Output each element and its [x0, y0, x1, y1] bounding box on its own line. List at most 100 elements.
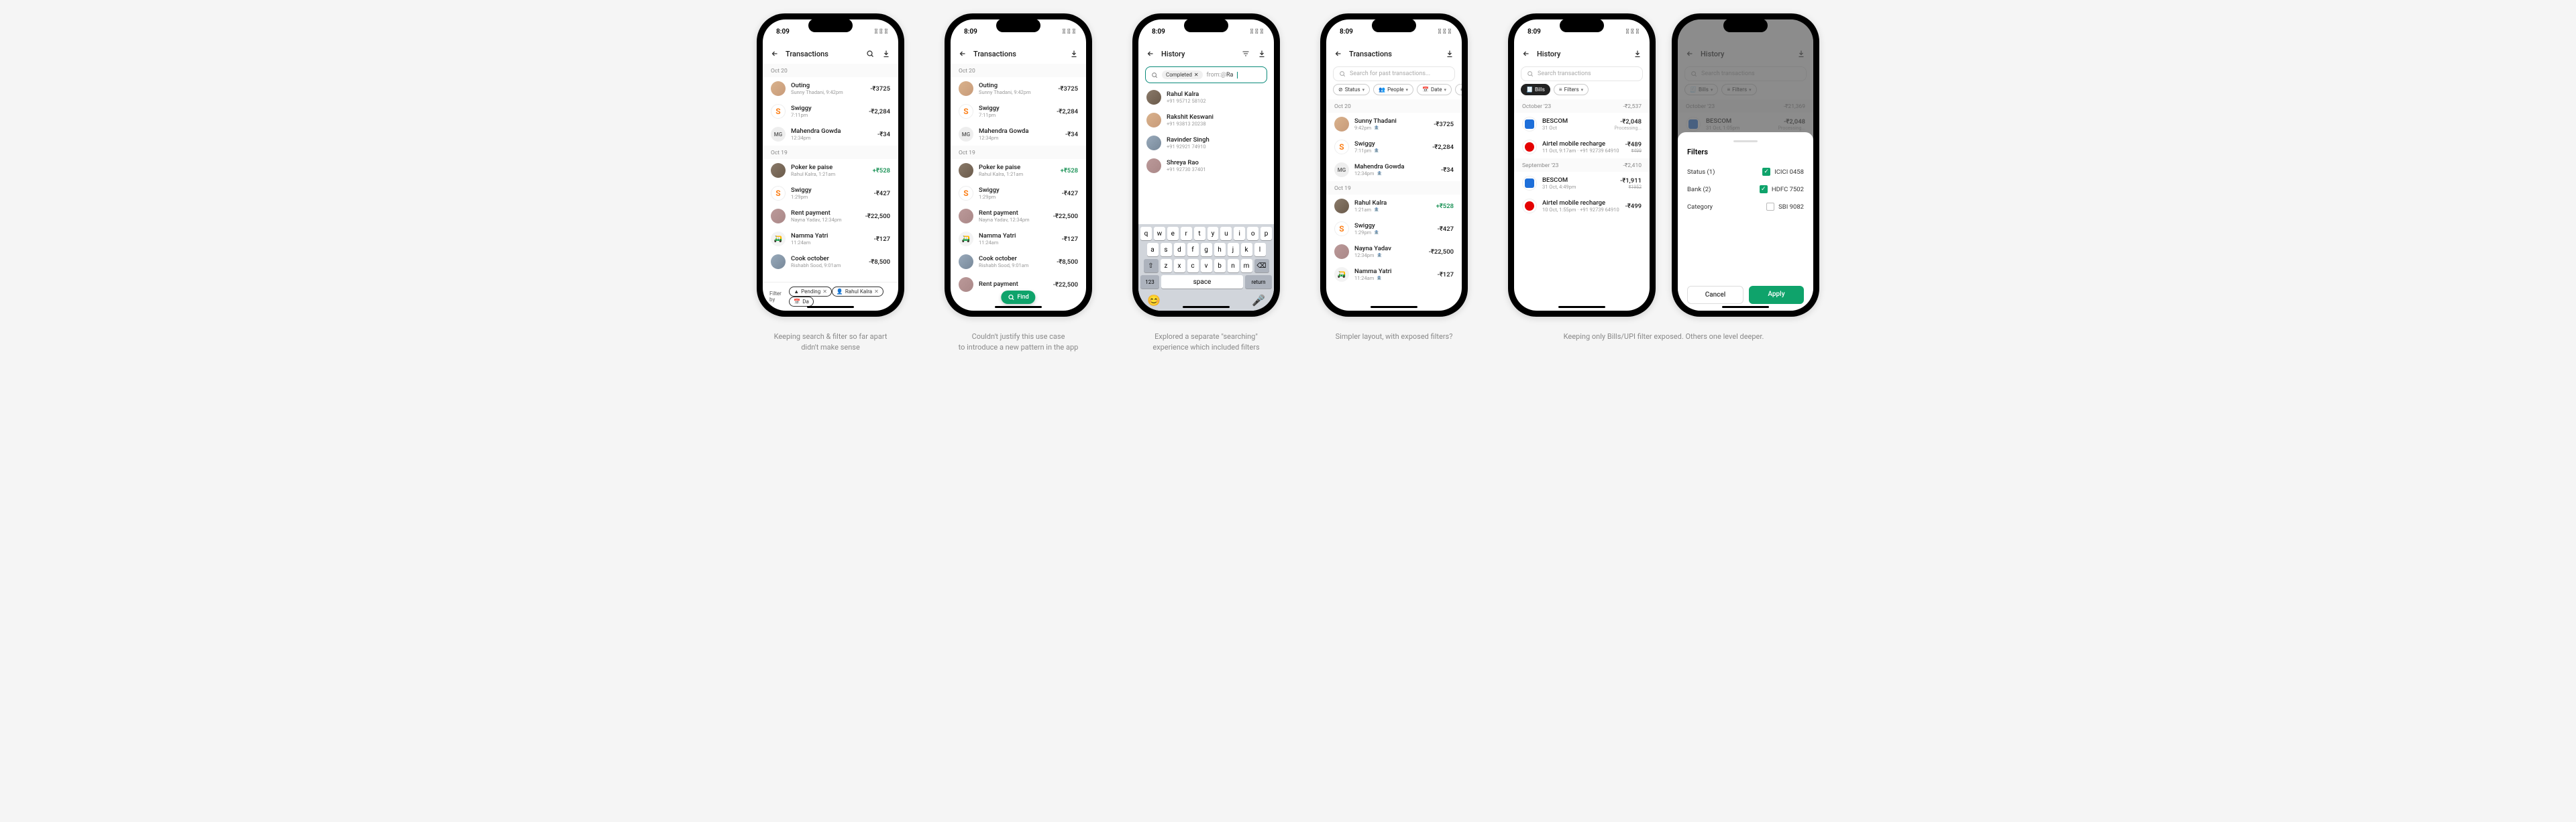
home-indicator[interactable]	[1558, 306, 1605, 308]
key-a[interactable]: a	[1147, 243, 1159, 256]
txn-row[interactable]: SSwiggy1:29pm-₹427	[951, 182, 1086, 205]
txn-row[interactable]: OutingSunny Thadani, 9:42pm-₹3725	[951, 77, 1086, 100]
txn-row[interactable]: Airtel mobile recharge10 Oct, 1:55pm · +…	[1514, 195, 1650, 217]
download-icon[interactable]	[1444, 50, 1455, 58]
home-indicator[interactable]	[1371, 306, 1417, 308]
back-icon[interactable]	[769, 50, 780, 58]
search-icon[interactable]	[865, 50, 875, 58]
key-j[interactable]: j	[1228, 243, 1239, 256]
key-g[interactable]: g	[1201, 243, 1212, 256]
backspace-key[interactable]: ⌫	[1254, 259, 1269, 272]
txn-row[interactable]: MGMahendra Gowda12:34pm-₹34	[763, 123, 898, 146]
txn-row[interactable]: Poker ke paiseRahul Kalra, 1:21am+₹528	[763, 159, 898, 182]
shift-key[interactable]: ⇧	[1144, 259, 1159, 272]
txn-row[interactable]: 🛺Namma Yatri11:24am-₹127	[763, 227, 898, 250]
back-icon[interactable]	[1145, 50, 1156, 58]
key-w[interactable]: w	[1154, 227, 1165, 240]
home-indicator[interactable]	[807, 306, 854, 308]
txn-list[interactable]: Oct 20OutingSunny Thadani, 9:42pm-₹3725S…	[763, 64, 898, 282]
key-h[interactable]: h	[1214, 243, 1226, 256]
filter-chip[interactable]: 👥People▾	[1373, 84, 1413, 95]
download-icon[interactable]	[1069, 50, 1079, 58]
key-i[interactable]: i	[1234, 227, 1245, 240]
filter-chip[interactable]: 📅Da	[789, 297, 814, 307]
ios-keyboard[interactable]: qwertyuiop asdfghjkl ⇧ zxcvbnm ⌫ 123 spa…	[1138, 224, 1274, 311]
emoji-key[interactable]: 😊	[1147, 294, 1161, 307]
mic-key[interactable]: 🎤	[1252, 294, 1265, 307]
key-l[interactable]: l	[1254, 243, 1266, 256]
txn-list[interactable]: October '23-₹2,537BESCOM31 Oct-₹2,048Pro…	[1514, 99, 1650, 311]
key-q[interactable]: q	[1140, 227, 1152, 240]
txn-list[interactable]: Oct 20Sunny Thadani9:42pm🏦-₹3725SSwiggy7…	[1326, 99, 1462, 311]
filter-chip[interactable]: ≡Filters▾	[1554, 84, 1589, 95]
key-p[interactable]: p	[1260, 227, 1272, 240]
txn-row[interactable]: Sunny Thadani9:42pm🏦-₹3725	[1326, 113, 1462, 136]
suggestion-row[interactable]: Shreya Rao+91 92730 37401	[1138, 154, 1274, 177]
download-icon[interactable]	[1632, 50, 1643, 58]
return-key[interactable]: return	[1245, 275, 1272, 289]
key-y[interactable]: y	[1208, 227, 1219, 240]
txn-row[interactable]: SSwiggy7:11pm🏦-₹2,284	[1326, 136, 1462, 158]
key-s[interactable]: s	[1161, 243, 1172, 256]
txn-list[interactable]: Oct 20OutingSunny Thadani, 9:42pm-₹3725S…	[951, 64, 1086, 311]
find-fab[interactable]: Find	[1001, 291, 1035, 304]
key-f[interactable]: f	[1187, 243, 1199, 256]
search-box[interactable]: Search for past transactions...	[1333, 66, 1455, 81]
key-o[interactable]: o	[1247, 227, 1258, 240]
home-indicator[interactable]	[1183, 306, 1230, 308]
apply-button[interactable]: Apply	[1749, 286, 1804, 304]
txn-row[interactable]: SSwiggy1:29pm🏦-₹427	[1326, 217, 1462, 240]
txn-row[interactable]: Cook octoberRishabh Sood, 9:01am-₹8,500	[951, 250, 1086, 273]
space-key[interactable]: space	[1161, 275, 1243, 289]
txn-row[interactable]: Airtel mobile recharge11 Oct, 9:17am · +…	[1514, 136, 1650, 158]
key-b[interactable]: b	[1214, 259, 1226, 272]
search-chip-completed[interactable]: Completed ✕	[1162, 70, 1203, 79]
filter-row[interactable]: Status (1)✓ICICI 0458	[1687, 163, 1804, 181]
txn-row[interactable]: Poker ke paiseRahul Kalra, 1:21am+₹528	[951, 159, 1086, 182]
filter-chip[interactable]: 🧾Bills	[1521, 84, 1550, 95]
txn-row[interactable]: MGMahendra Gowda12:34pm-₹34	[951, 123, 1086, 146]
suggestion-row[interactable]: Rakshit Keswani+91 93813 20238	[1138, 109, 1274, 132]
txn-row[interactable]: Nayna Yadav12:34pm🏦-₹22,500	[1326, 240, 1462, 263]
key-v[interactable]: v	[1201, 259, 1212, 272]
key-t[interactable]: t	[1194, 227, 1205, 240]
filter-chip[interactable]: 👤Rahul Kalra✕	[832, 287, 883, 297]
filter-chip[interactable]: 📅Date▾	[1417, 84, 1452, 95]
key-c[interactable]: c	[1187, 259, 1199, 272]
back-icon[interactable]	[1521, 50, 1532, 58]
txn-row[interactable]: Rent paymentNayna Yadav, 12:34pm-₹22,500	[763, 205, 898, 227]
checkbox[interactable]: ✓	[1760, 185, 1768, 193]
key-u[interactable]: u	[1220, 227, 1232, 240]
checkbox[interactable]: ✓	[1762, 168, 1770, 176]
suggestion-list[interactable]: Rahul Kalra+91 95712 58102Rakshit Keswan…	[1138, 86, 1274, 224]
key-x[interactable]: x	[1174, 259, 1185, 272]
key-n[interactable]: n	[1228, 259, 1239, 272]
filter-icon[interactable]	[1240, 50, 1251, 58]
home-indicator[interactable]	[1722, 306, 1769, 308]
txn-row[interactable]: SSwiggy7:11pm-₹2,284	[763, 100, 898, 123]
txn-row[interactable]: OutingSunny Thadani, 9:42pm-₹3725	[763, 77, 898, 100]
search-box[interactable]: Completed ✕ from:@Ra	[1145, 66, 1267, 83]
key-d[interactable]: d	[1174, 243, 1185, 256]
key-z[interactable]: z	[1161, 259, 1172, 272]
txn-row[interactable]: Cook octoberRishabh Sood, 9:01am-₹8,500	[763, 250, 898, 273]
txn-row[interactable]: BESCOM31 Oct, 4:49pm-₹1,911₹1952	[1514, 172, 1650, 195]
txn-row[interactable]: MGMahendra Gowda12:34pm🏦-₹34	[1326, 158, 1462, 181]
txn-row[interactable]: 🛺Namma Yatri11:24am🏦-₹127	[1326, 263, 1462, 286]
chip-remove-icon[interactable]: ✕	[1194, 72, 1199, 78]
filter-row[interactable]: CategorySBI 9082	[1687, 198, 1804, 215]
txn-row[interactable]: Rent paymentNayna Yadav, 12:34pm-₹22,500	[951, 205, 1086, 227]
txn-row[interactable]: 🛺Namma Yatri11:24am-₹127	[951, 227, 1086, 250]
key-r[interactable]: r	[1181, 227, 1192, 240]
suggestion-row[interactable]: Rahul Kalra+91 95712 58102	[1138, 86, 1274, 109]
checkbox[interactable]	[1766, 203, 1774, 211]
back-icon[interactable]	[1333, 50, 1344, 58]
key-k[interactable]: k	[1241, 243, 1252, 256]
filter-chip[interactable]: ≡Typ▾	[1455, 84, 1462, 95]
search-box[interactable]: Search transactions	[1521, 66, 1643, 81]
chip-remove-icon[interactable]: ✕	[874, 289, 879, 295]
key-m[interactable]: m	[1241, 259, 1252, 272]
suggestion-row[interactable]: Ravinder Singh+91 92921 74910	[1138, 132, 1274, 154]
back-icon[interactable]	[957, 50, 968, 58]
chip-remove-icon[interactable]: ✕	[822, 289, 827, 295]
